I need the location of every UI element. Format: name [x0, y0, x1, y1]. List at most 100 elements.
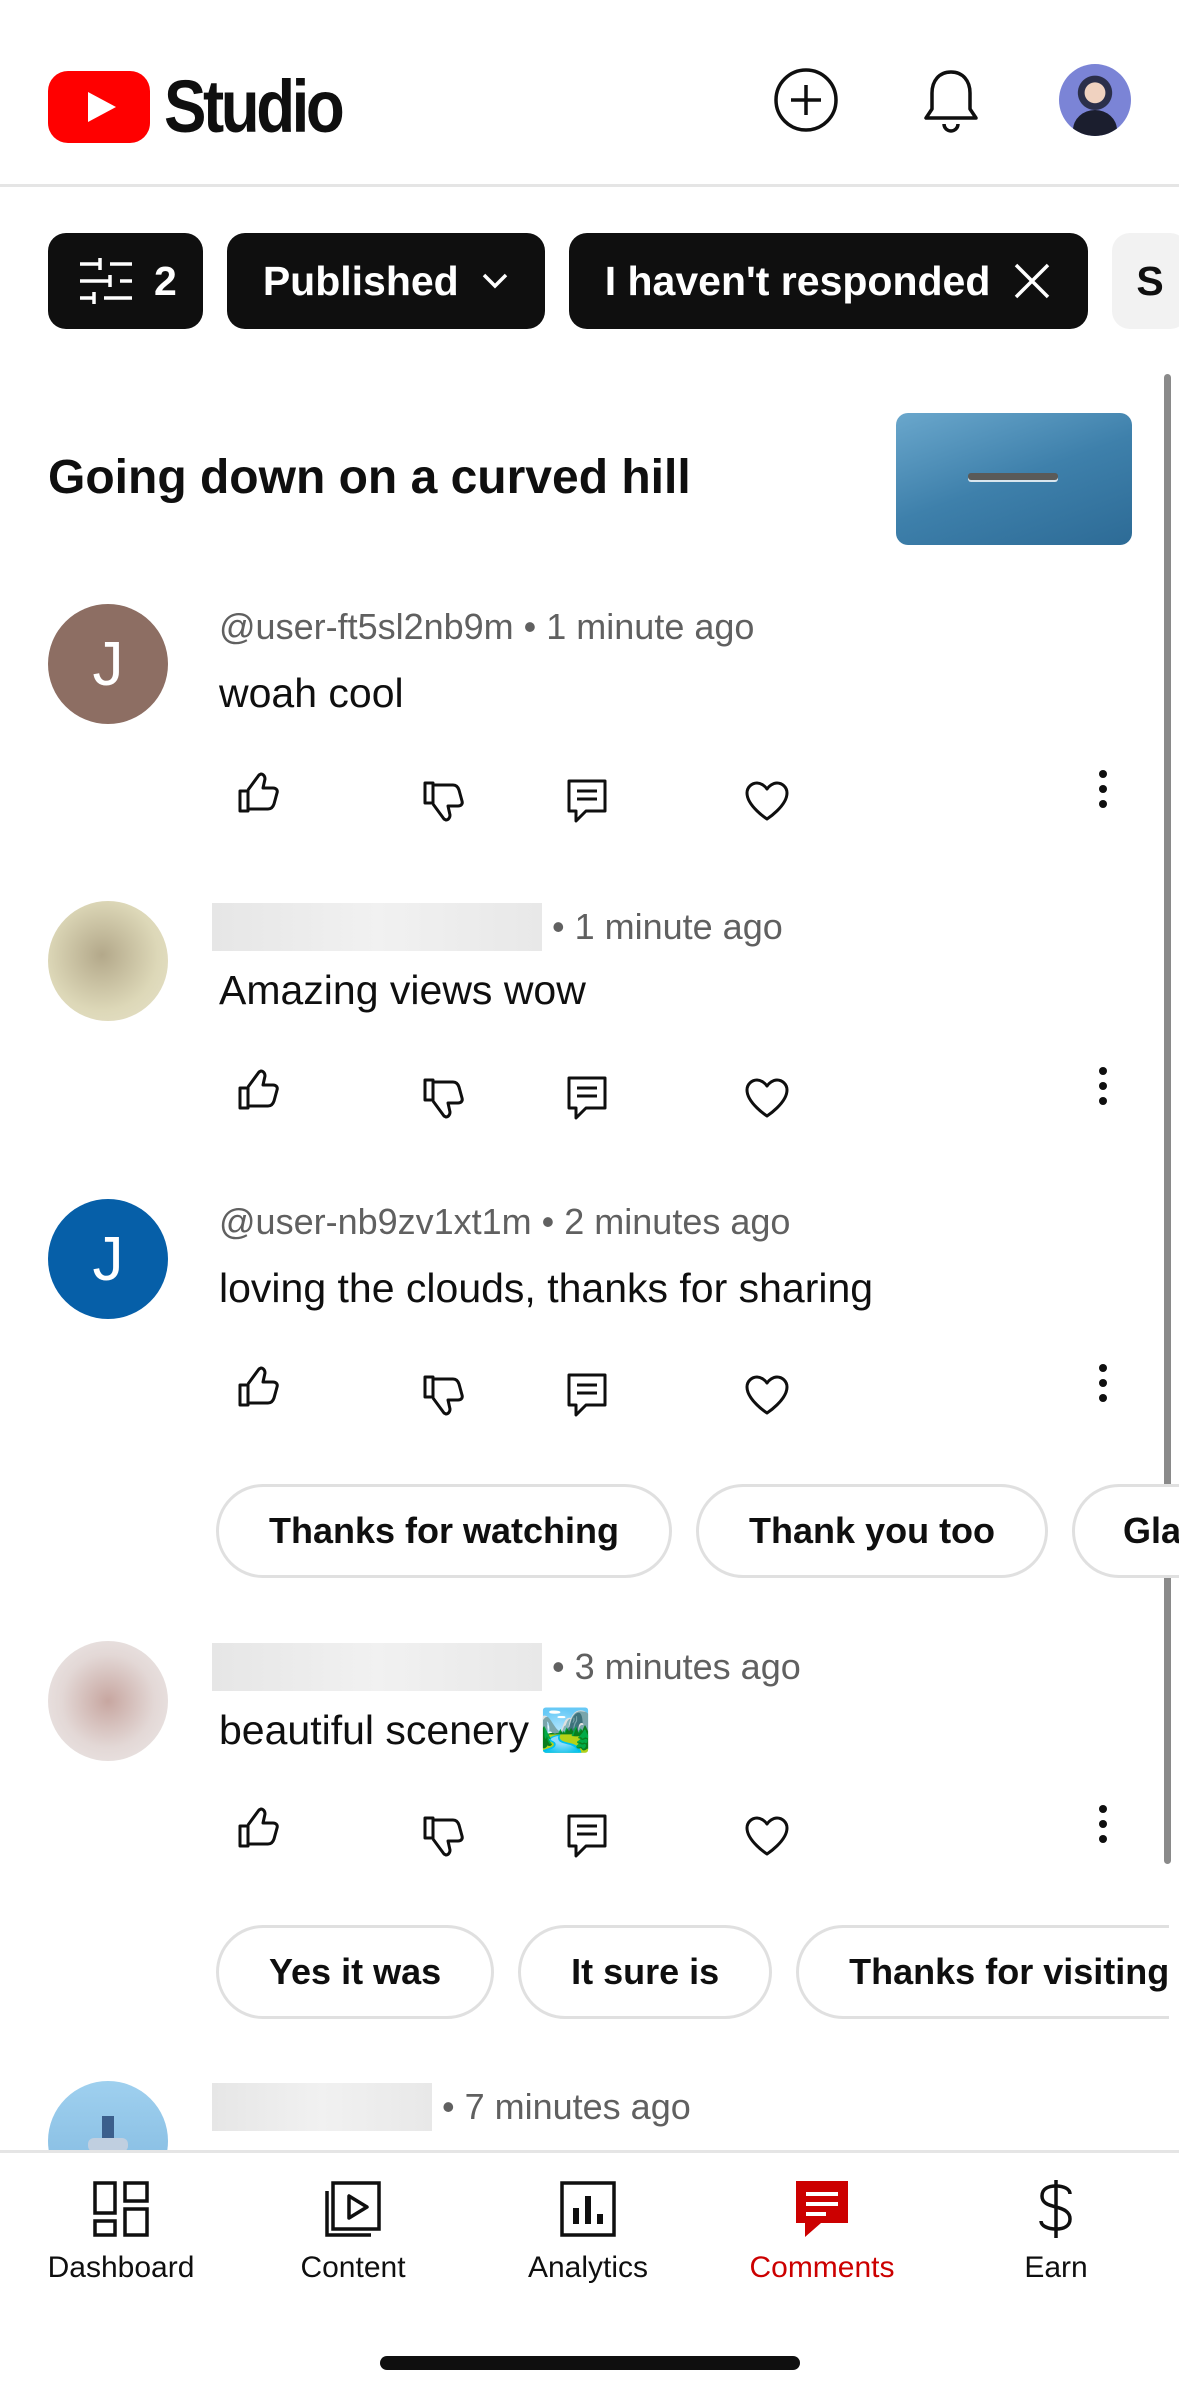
reply-button[interactable] — [557, 1365, 617, 1425]
suggested-reply-chip[interactable]: Gla — [1072, 1484, 1179, 1578]
comment-time: • 3 minutes ago — [552, 1646, 801, 1687]
more-filter-label: S — [1136, 257, 1164, 304]
heart-button[interactable] — [737, 1068, 797, 1128]
more-options-button[interactable] — [1073, 1353, 1133, 1413]
nav-dashboard[interactable]: Dashboard — [11, 2173, 231, 2285]
reply-button[interactable] — [557, 771, 617, 831]
reply-icon — [567, 1076, 607, 1120]
more-vert-icon — [1099, 1805, 1107, 1843]
more-options-button[interactable] — [1073, 1056, 1133, 1116]
suggested-reply-chip[interactable]: It sure is — [518, 1925, 773, 2019]
reply-icon — [567, 1373, 607, 1417]
more-vert-icon — [1099, 770, 1107, 808]
analytics-icon — [560, 2181, 616, 2237]
suggested-reply-chip[interactable]: Yes it was — [216, 1925, 495, 2019]
avatar[interactable] — [48, 1641, 168, 1761]
like-button[interactable] — [228, 1798, 288, 1858]
video-thumbnail[interactable] — [896, 413, 1132, 545]
reply-icon — [567, 779, 607, 823]
dashboard-icon — [93, 2181, 149, 2237]
suggested-reply-chip[interactable]: Thank you too — [696, 1484, 1049, 1578]
avatar[interactable]: J — [48, 1199, 168, 1319]
comment-text: beautiful scenery 🏞️ — [219, 1707, 592, 1753]
chevron-down-icon — [482, 273, 507, 289]
comment-actions — [0, 1067, 1179, 1138]
thumbs-down-icon — [423, 1816, 464, 1857]
thumbs-up-icon — [238, 1069, 279, 1110]
studio-logo[interactable]: Studio — [48, 64, 370, 149]
thumbs-up-icon — [238, 1366, 279, 1407]
avatar[interactable] — [48, 2081, 168, 2150]
dislike-button[interactable] — [413, 1068, 473, 1128]
thumbs-up-icon — [238, 1807, 279, 1848]
create-button[interactable] — [770, 64, 842, 136]
dislike-button[interactable] — [413, 1365, 473, 1425]
nav-label: Earn — [1024, 2251, 1088, 2284]
comment-meta: • 3 minutes ago — [212, 1643, 801, 1691]
comment-item: • 7 minutes ago — [0, 2081, 1179, 2150]
plus-circle-icon — [774, 68, 838, 132]
published-label: Published — [262, 257, 459, 304]
more-filter-chip[interactable]: S — [1112, 233, 1179, 329]
notifications-button[interactable] — [915, 64, 987, 136]
reply-button[interactable] — [557, 1806, 617, 1866]
content-icon — [325, 2181, 381, 2237]
thumbs-down-icon — [423, 1375, 464, 1416]
heart-icon — [745, 1375, 789, 1415]
filter-settings-chip[interactable]: 2 — [48, 233, 203, 329]
like-button[interactable] — [228, 1060, 288, 1120]
home-indicator — [380, 2356, 800, 2370]
avatar[interactable] — [48, 901, 168, 1021]
nav-label: Comments — [749, 2251, 895, 2284]
nav-analytics[interactable]: Analytics — [478, 2173, 698, 2285]
nav-earn[interactable]: Earn — [946, 2173, 1166, 2285]
responded-label: I haven't responded — [604, 257, 991, 304]
avatar[interactable]: J — [48, 604, 168, 724]
heart-icon — [745, 781, 789, 821]
suggested-reply-chip[interactable]: Thanks for visiting — [796, 1925, 1170, 2019]
suggested-reply-chip[interactable]: Thanks for watching — [216, 1484, 673, 1578]
comment-text: woah cool — [219, 670, 404, 716]
published-filter-chip[interactable]: Published — [226, 233, 545, 329]
suggested-replies: Yes it was It sure is Thanks for visitin… — [216, 1925, 1170, 2019]
more-options-button[interactable] — [1073, 1794, 1133, 1854]
nav-content[interactable]: Content — [243, 2173, 463, 2285]
youtube-logo-icon — [48, 70, 150, 143]
thumbs-down-icon — [423, 781, 464, 822]
comment-meta: @user-ft5sl2nb9m • 1 minute ago — [219, 606, 754, 648]
comment-author[interactable]: @user-nb9zv1xt1m — [219, 1201, 532, 1243]
thumbs-up-icon — [238, 772, 279, 813]
heart-button[interactable] — [737, 1806, 797, 1866]
like-button[interactable] — [228, 763, 288, 823]
more-options-button[interactable] — [1073, 759, 1133, 819]
nav-label: Content — [300, 2251, 406, 2284]
dollar-icon — [1039, 2180, 1072, 2238]
blurred-author[interactable] — [212, 2083, 432, 2131]
filter-chips: 2 Published I haven't responded S — [48, 233, 1179, 329]
comment-actions — [0, 1364, 1179, 1435]
comments-icon — [796, 2181, 848, 2237]
nav-comments[interactable]: Comments — [712, 2173, 932, 2285]
filter-count: 2 — [154, 257, 177, 304]
comment-meta: @user-nb9zv1xt1m • 2 minutes ago — [219, 1201, 790, 1243]
reply-button[interactable] — [557, 1068, 617, 1128]
tower-icon — [88, 2116, 128, 2150]
heart-button[interactable] — [737, 771, 797, 831]
comment-meta: • 7 minutes ago — [212, 2083, 691, 2131]
thumbs-down-icon — [423, 1078, 464, 1119]
close-icon[interactable] — [1012, 261, 1052, 301]
sliders-icon — [80, 258, 132, 304]
heart-button[interactable] — [737, 1365, 797, 1425]
responded-filter-chip[interactable]: I haven't responded — [568, 233, 1089, 329]
suggested-replies: Thanks for watching Thank you too Gla — [216, 1484, 1179, 1578]
video-title[interactable]: Going down on a curved hill — [48, 450, 691, 505]
blurred-author[interactable] — [212, 903, 542, 951]
like-button[interactable] — [228, 1357, 288, 1417]
dislike-button[interactable] — [413, 771, 473, 831]
app-name: Studio — [164, 65, 345, 148]
comment-author[interactable]: @user-ft5sl2nb9m — [219, 606, 514, 648]
dislike-button[interactable] — [413, 1806, 473, 1866]
comment-meta: • 1 minute ago — [212, 903, 783, 951]
account-avatar[interactable] — [1059, 64, 1131, 136]
blurred-author[interactable] — [212, 1643, 542, 1691]
